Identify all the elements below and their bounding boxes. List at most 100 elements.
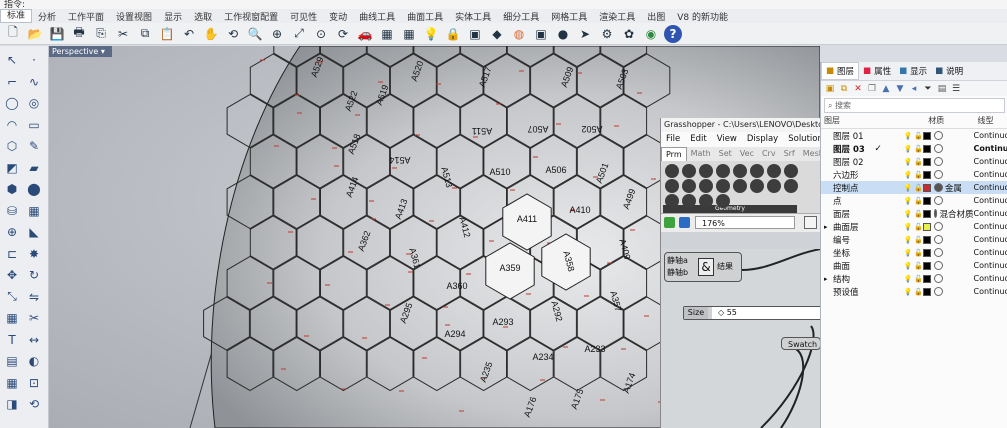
zoom-window-icon[interactable]: ⊕ — [268, 25, 286, 43]
rotate-view-icon[interactable]: ⟲ — [224, 25, 242, 43]
menu-tab[interactable]: 可见性 — [284, 10, 323, 23]
osnap-icon[interactable]: ⊡ — [25, 374, 43, 392]
layer-material[interactable] — [933, 261, 974, 270]
curve-icon[interactable]: ∿ — [25, 73, 43, 91]
pan-icon[interactable]: ✋ — [202, 25, 220, 43]
layer-row[interactable]: 控制点 💡 🔓 金属 Continuo — [821, 181, 1007, 194]
panel-tab[interactable]: ■ 显示 — [895, 65, 931, 77]
mirror-icon[interactable]: ⇋ — [25, 288, 43, 306]
lightbulb-icon[interactable]: 💡 — [904, 288, 914, 296]
layer-row[interactable]: 点 💡 🔓 Continuo — [821, 194, 1007, 207]
save-icon[interactable]: 💾 — [48, 25, 66, 43]
layer-row[interactable]: 结构 💡 🔓 Continuo ▸ — [821, 272, 1007, 285]
layer-linetype[interactable]: Continuo — [973, 274, 1007, 283]
padlock-icon[interactable]: 🔓 — [914, 275, 923, 283]
circle-icon[interactable]: ◯ — [3, 94, 21, 112]
fillet-icon[interactable]: ◣ — [25, 223, 43, 241]
padlock-icon[interactable]: 🔓 — [914, 210, 923, 218]
material-icon[interactable]: ▣ — [532, 25, 550, 43]
panel-tab[interactable]: ■ 说明 — [931, 65, 967, 77]
menu-icon[interactable]: ☰ — [950, 84, 962, 94]
free-curve-icon[interactable]: ✎ — [25, 137, 43, 155]
layer-row[interactable]: 预设值 💡 🔓 Continuo — [821, 285, 1007, 298]
layer-color-swatch[interactable] — [922, 287, 931, 296]
grasshopper-tab[interactable]: Crv — [758, 147, 780, 161]
grasshopper-menu-item[interactable]: Solution — [783, 132, 821, 147]
array-icon[interactable]: ▦ — [3, 309, 21, 327]
lightbulb-icon[interactable]: 💡 — [904, 236, 914, 244]
layer-icon[interactable]: ▤ — [3, 352, 21, 370]
undo-view-icon[interactable]: ⟳ — [334, 25, 352, 43]
layer-color-swatch[interactable] — [922, 196, 931, 205]
layer-row[interactable]: 图层 03 ✓ 💡🔓 Continuo — [821, 142, 1007, 155]
panel-tab[interactable]: ■ 属性 — [859, 65, 895, 77]
render-icon[interactable]: ◐ — [25, 352, 43, 370]
geometry-param-icon[interactable] — [750, 179, 764, 193]
menu-tab[interactable]: 工作平面 — [62, 10, 110, 23]
layer-material[interactable] — [933, 131, 974, 140]
padlock-icon[interactable]: 🔓 — [914, 171, 923, 179]
surface-icon[interactable]: ◩ — [3, 159, 21, 177]
car-icon[interactable]: 🚗 — [356, 25, 374, 43]
layer-search-input[interactable]: ⌕ 搜索 — [824, 98, 1005, 113]
layer-linetype[interactable]: Continuo — [973, 235, 1007, 244]
grasshopper-menu-item[interactable]: File — [661, 132, 685, 147]
padlock-icon[interactable]: 🔓 — [914, 158, 923, 166]
zoom-extents-icon[interactable]: ⤢ — [290, 25, 308, 43]
menu-tab[interactable]: 细分工具 — [497, 10, 545, 23]
zoom-level-field[interactable]: 176% — [695, 216, 795, 229]
padlock-icon[interactable]: 🔓 — [914, 236, 923, 244]
lightbulb-icon[interactable]: 💡 — [422, 25, 440, 43]
layer-color-swatch[interactable] — [922, 157, 931, 166]
print-icon[interactable]: 🖶 — [70, 25, 88, 43]
point-snap-icon[interactable]: ⋅ — [25, 51, 43, 69]
size-slider[interactable]: Size ◇ 55 — [683, 306, 821, 320]
geometry-param-icon[interactable] — [682, 164, 696, 178]
padlock-icon[interactable]: 🔒 — [444, 25, 462, 43]
grasshopper-tab[interactable]: Set — [715, 147, 736, 161]
layer-color-swatch[interactable] — [922, 144, 931, 153]
chevron-down-icon[interactable]: ▾ — [101, 47, 105, 56]
gear-icon[interactable]: ⚙ — [598, 25, 616, 43]
lightbulb-icon[interactable]: 💡 — [904, 132, 914, 140]
layer-row[interactable]: 图层 02 💡 🔓 Continuo — [821, 155, 1007, 168]
lightbulb-icon[interactable]: 💡 — [904, 249, 914, 257]
box-icon[interactable]: ◆ — [488, 25, 506, 43]
help-icon[interactable]: ? — [664, 24, 682, 43]
arrow-icon[interactable]: ➤ — [576, 25, 594, 43]
layer-linetype[interactable]: Continuo — [973, 248, 1007, 257]
swatch-component[interactable]: Swatch — [781, 337, 821, 350]
layer-color-swatch[interactable] — [922, 222, 931, 231]
sphere-render-icon[interactable]: ● — [554, 25, 572, 43]
join-icon[interactable]: ⊏ — [3, 245, 21, 263]
geometry-param-icon[interactable] — [784, 179, 798, 193]
layer-material[interactable]: 混合材质 — [933, 208, 973, 220]
layer-row[interactable]: 坐标 💡 🔓 Continuo — [821, 246, 1007, 259]
grasshopper-menu-item[interactable]: View — [712, 132, 742, 147]
layer-material[interactable] — [933, 144, 974, 153]
dimension-icon[interactable]: ↔ — [25, 331, 43, 349]
geometry-param-icon[interactable] — [767, 164, 781, 178]
layer-linetype[interactable]: Continuo — [973, 144, 1007, 153]
layer-row[interactable]: 曲面层 💡 🔓 Continuo ▸ — [821, 220, 1007, 233]
menu-tab[interactable]: 设置视图 — [110, 10, 158, 23]
layer-material[interactable]: 金属 — [933, 182, 974, 194]
layer-material[interactable] — [933, 170, 974, 179]
layer-material[interactable] — [933, 235, 974, 244]
ellipse-icon[interactable]: ◎ — [25, 94, 43, 112]
padlock-icon[interactable]: 🔓 — [914, 249, 923, 257]
grasshopper-window[interactable]: Grasshopper - C:\Users\LENOVO\Desktop\定制… — [660, 118, 821, 428]
geometry-param-icon[interactable] — [767, 179, 781, 193]
layer-linetype[interactable]: Continuo — [973, 261, 1007, 270]
layer-linetype[interactable]: Continuo — [973, 209, 1007, 218]
grasshopper-tab[interactable]: Vec — [736, 147, 758, 161]
sphere-icon[interactable]: ⬤ — [25, 180, 43, 198]
layer-linetype[interactable]: Continuo — [973, 287, 1007, 296]
analyze-icon[interactable]: ◨ — [3, 395, 21, 413]
layer-color-swatch[interactable] — [922, 131, 931, 140]
delete-icon[interactable]: ✕ — [852, 84, 864, 94]
menu-tab[interactable]: 标准 — [0, 9, 33, 23]
layer-row[interactable]: 编号 💡 🔓 Continuo — [821, 233, 1007, 246]
layer-material[interactable] — [933, 287, 974, 296]
history-icon[interactable]: ⟲ — [25, 395, 43, 413]
